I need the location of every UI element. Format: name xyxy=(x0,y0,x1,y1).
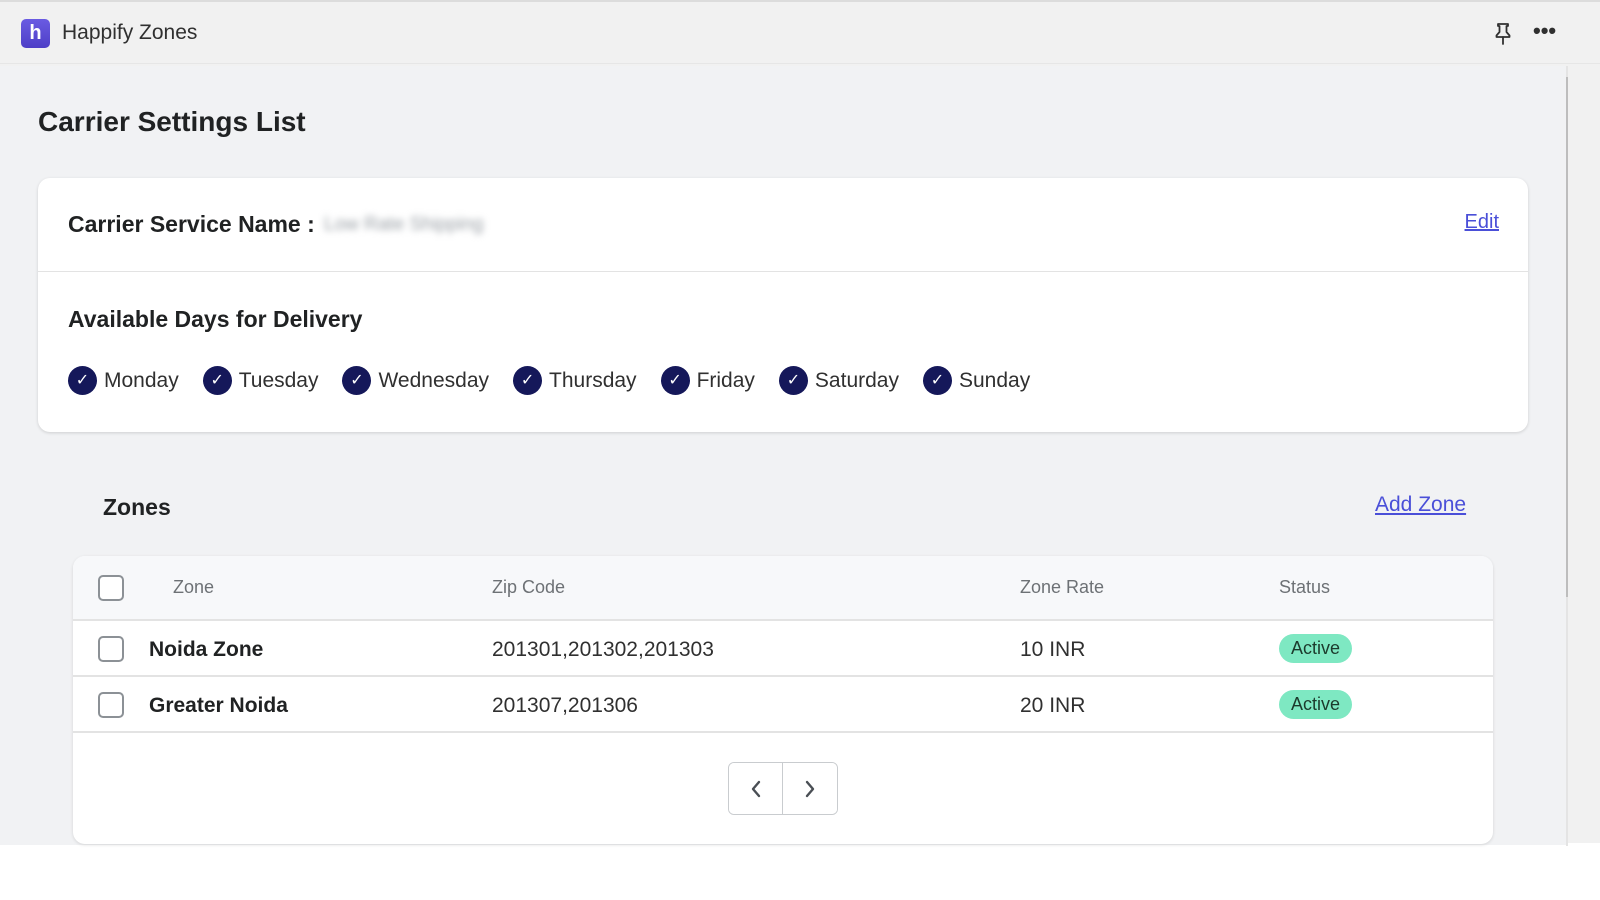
app-title: Happify Zones xyxy=(62,21,198,44)
day-label: Tuesday xyxy=(238,368,319,392)
zones-title: Zones xyxy=(103,494,171,520)
carrier-service-section: Carrier Service Name : Low Rate Shipping… xyxy=(38,178,1528,272)
day-label: Sunday xyxy=(958,368,1031,392)
table-row[interactable]: Noida Zone 201301,201302,201303 10 INR A… xyxy=(73,621,1493,677)
zone-rate: 10 INR xyxy=(1020,638,1086,661)
carrier-service-name-label: Carrier Service Name : xyxy=(68,211,315,237)
app-header: h Happify Zones ••• xyxy=(0,2,1600,64)
row-checkbox[interactable] xyxy=(98,692,124,718)
delivery-days-list: ✓ Monday ✓ Tuesday ✓ Wednesday ✓ Thursda… xyxy=(68,366,1054,395)
row-checkbox[interactable] xyxy=(98,636,124,662)
zip-codes: 201307,201306 xyxy=(492,694,638,717)
page-title: Carrier Settings List xyxy=(38,106,306,137)
day-checkbox-tuesday[interactable]: ✓ Tuesday xyxy=(202,366,319,395)
delivery-days-title: Available Days for Delivery xyxy=(68,306,363,332)
day-label: Monday xyxy=(104,368,179,392)
status-badge: Active xyxy=(1279,690,1353,719)
column-header-zone-rate[interactable]: Zone Rate xyxy=(1020,577,1104,598)
add-zone-link[interactable]: Add Zone xyxy=(1375,493,1466,517)
next-page-button[interactable] xyxy=(783,763,837,814)
day-checkbox-sunday[interactable]: ✓ Sunday xyxy=(922,366,1031,395)
day-checkbox-wednesday[interactable]: ✓ Wednesday xyxy=(342,366,489,395)
zone-rate: 20 INR xyxy=(1020,694,1086,717)
edit-link[interactable]: Edit xyxy=(1465,211,1499,234)
day-label: Thursday xyxy=(549,368,637,392)
column-header-zip-code[interactable]: Zip Code xyxy=(492,577,565,598)
zip-codes: 201301,201302,201303 xyxy=(492,638,714,661)
table-row[interactable]: Greater Noida 201307,201306 20 INR Activ… xyxy=(73,677,1493,733)
checkmark-icon: ✓ xyxy=(778,366,808,395)
checkmark-icon: ✓ xyxy=(342,366,372,395)
zone-name: Greater Noida xyxy=(149,694,288,717)
table-header: Zone Zip Code Zone Rate Status xyxy=(73,556,1493,621)
day-label: Saturday xyxy=(814,368,899,392)
zones-table: Zone Zip Code Zone Rate Status Noida Zon… xyxy=(73,556,1493,844)
app-logo: h xyxy=(21,19,50,48)
pagination xyxy=(728,762,838,815)
day-checkbox-thursday[interactable]: ✓ Thursday xyxy=(513,366,637,395)
checkmark-icon: ✓ xyxy=(660,366,690,395)
day-label: Friday xyxy=(696,368,755,392)
pin-icon[interactable] xyxy=(1492,22,1514,46)
checkmark-icon: ✓ xyxy=(513,366,543,395)
chevron-left-icon xyxy=(751,780,760,797)
scrollbar-thumb[interactable] xyxy=(1566,77,1568,597)
select-all-checkbox[interactable] xyxy=(98,575,124,601)
checkmark-icon: ✓ xyxy=(68,366,97,395)
checkmark-icon: ✓ xyxy=(922,366,952,395)
app-window: h Happify Zones ••• Carrier Settings Lis… xyxy=(0,0,1600,846)
previous-page-button[interactable] xyxy=(729,763,784,814)
status-badge: Active xyxy=(1279,634,1353,663)
column-header-zone[interactable]: Zone xyxy=(173,577,214,598)
day-checkbox-friday[interactable]: ✓ Friday xyxy=(660,366,755,395)
day-label: Wednesday xyxy=(378,368,490,392)
column-header-status[interactable]: Status xyxy=(1279,577,1330,598)
more-horizontal-icon[interactable]: ••• xyxy=(1533,20,1561,46)
carrier-settings-card: Carrier Service Name : Low Rate Shipping… xyxy=(38,178,1528,432)
day-checkbox-monday[interactable]: ✓ Monday xyxy=(68,366,179,395)
checkmark-icon: ✓ xyxy=(202,366,232,395)
zone-name: Noida Zone xyxy=(149,638,264,661)
carrier-service-name-value: Low Rate Shipping xyxy=(324,214,484,235)
chevron-right-icon xyxy=(805,780,815,797)
day-checkbox-saturday[interactable]: ✓ Saturday xyxy=(778,366,899,395)
